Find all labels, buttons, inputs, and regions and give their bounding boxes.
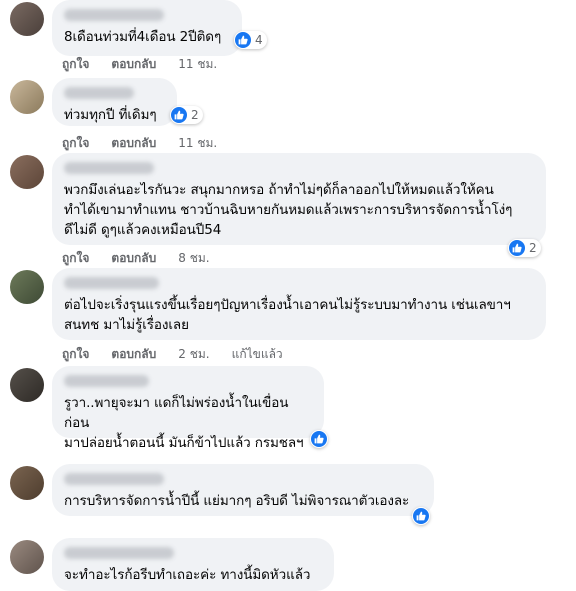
comment-text: การบริหารจัดการน้ำปีนี้ แย่มากๆ อริบดี ไ… — [64, 493, 410, 509]
comment-bubble: รูวา..พายุจะมา แดก็ไม่พร่องน้ำในเขื่อนก่… — [52, 366, 324, 451]
avatar[interactable] — [10, 80, 44, 114]
reaction-summary[interactable]: 4 — [234, 31, 267, 49]
thumbs-up-icon — [235, 32, 251, 48]
reply-button[interactable]: ตอบกลับ — [111, 134, 156, 153]
comment-bubble: จะทำอะไรก้อรีบทำเถอะค่ะ ทางนี้มิดหัวแล้ว — [52, 538, 334, 591]
comment-timestamp[interactable]: 11 ชม. — [178, 55, 217, 74]
comment-bubble: พวกมึงเล่นอะไรกันวะ สนุกมากหรอ ถ้าทำไม่ๆ… — [52, 153, 546, 245]
commenter-name-redacted[interactable] — [64, 547, 174, 559]
like-button[interactable]: ถูกใจ — [62, 55, 89, 74]
like-button[interactable]: ถูกใจ — [62, 249, 89, 268]
comment-text: พวกมึงเล่นอะไรกันวะ สนุกมากหรอ ถ้าทำไม่ๆ… — [64, 182, 513, 238]
commenter-name-redacted[interactable] — [64, 87, 134, 99]
like-button[interactable]: ถูกใจ — [62, 345, 89, 364]
comment-text: ต่อไปจะเริ่งรุนแรงขึ้นเรื่อยๆปัญหาเรื่อง… — [64, 297, 511, 333]
comment-timestamp[interactable]: 2 ชม. — [178, 345, 209, 364]
thumbs-up-icon — [509, 240, 525, 256]
thumbs-up-icon — [171, 107, 187, 123]
avatar[interactable] — [10, 466, 44, 500]
comment-actions: ถูกใจ ตอบกลับ 11 ชม. — [62, 134, 239, 153]
comment-text: จะทำอะไรก้อรีบทำเถอะค่ะ ทางนี้มิดหัวแล้ว — [64, 567, 311, 583]
comment-actions: ถูกใจ ตอบกลับ 11 ชม. — [62, 55, 239, 74]
commenter-name-redacted[interactable] — [64, 277, 159, 289]
reaction-count: 4 — [255, 33, 263, 47]
edited-label: แก้ไขแล้ว — [231, 347, 283, 361]
commenter-name-redacted[interactable] — [64, 375, 149, 387]
comment-actions: ถูกใจ ตอบกลับ 2 ชม. แก้ไขแล้ว — [62, 345, 283, 364]
comment-bubble: การบริหารจัดการน้ำปีนี้ แย่มากๆ อริบดี ไ… — [52, 464, 434, 516]
comment-timestamp[interactable]: 8 ชม. — [178, 249, 209, 268]
commenter-name-redacted[interactable] — [64, 162, 154, 174]
reaction-summary[interactable] — [412, 507, 430, 525]
comment-text: ท่วมทุกปี ที่เดิมๆ — [64, 107, 157, 123]
comment-bubble: ท่วมทุกปี ที่เดิมๆ — [52, 78, 177, 126]
commenter-name-redacted[interactable] — [64, 9, 164, 21]
avatar[interactable] — [10, 270, 44, 304]
comment-text: รูวา..พายุจะมา แดก็ไม่พร่องน้ำในเขื่อนก่… — [64, 395, 304, 451]
reply-button[interactable]: ตอบกลับ — [111, 249, 156, 268]
reaction-summary[interactable]: 2 — [170, 106, 203, 124]
avatar[interactable] — [10, 155, 44, 189]
comment-bubble: 8เดือนท่วมที่4เดือน 2ปีติดๆ — [52, 0, 242, 56]
comment-bubble: ต่อไปจะเริ่งรุนแรงขึ้นเรื่อยๆปัญหาเรื่อง… — [52, 268, 546, 340]
thumbs-up-icon — [311, 431, 327, 447]
like-button[interactable]: ถูกใจ — [62, 134, 89, 153]
reaction-count: 2 — [529, 241, 537, 255]
avatar[interactable] — [10, 540, 44, 574]
reaction-summary[interactable] — [310, 430, 328, 448]
comment-actions: ถูกใจ ตอบกลับ 8 ชม. — [62, 249, 232, 268]
reply-button[interactable]: ตอบกลับ — [111, 345, 156, 364]
comment-timestamp[interactable]: 11 ชม. — [178, 134, 217, 153]
avatar[interactable] — [10, 368, 44, 402]
reaction-count: 2 — [191, 108, 199, 122]
commenter-name-redacted[interactable] — [64, 473, 164, 485]
reply-button[interactable]: ตอบกลับ — [111, 55, 156, 74]
reaction-summary[interactable]: 2 — [508, 239, 541, 257]
thumbs-up-icon — [413, 508, 429, 524]
avatar[interactable] — [10, 2, 44, 36]
comment-text: 8เดือนท่วมที่4เดือน 2ปีติดๆ — [64, 29, 222, 45]
